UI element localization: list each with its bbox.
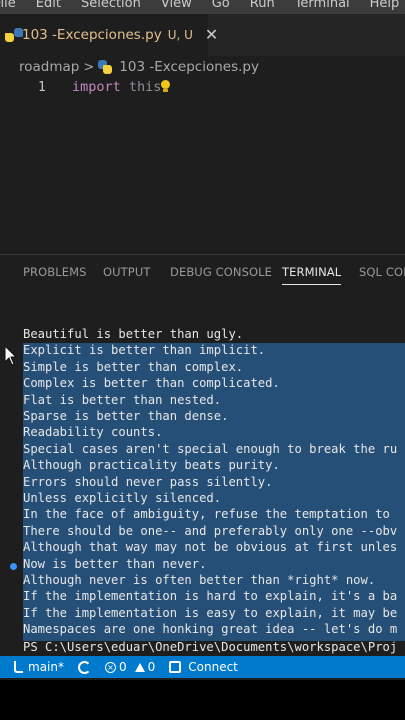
command-decoration-icon[interactable] bbox=[10, 563, 17, 570]
tab-debug-console[interactable]: DEBUG CONSOLE bbox=[170, 265, 272, 279]
terminal-output[interactable]: Beautiful is better than ugly. Explicit i… bbox=[0, 327, 405, 643]
breadcrumb: roadmap > 103 -Excepciones.py bbox=[0, 56, 405, 78]
warning-count: 0 bbox=[147, 660, 156, 674]
panel-tabs: PROBLEMS OUTPUT DEBUG CONSOLE TERMINAL S… bbox=[0, 255, 405, 289]
terminal-line: Simple is better than complex. bbox=[23, 359, 244, 374]
vscode-window: File Edit Selection View Go Run Terminal… bbox=[0, 0, 405, 680]
menu-go[interactable]: Go bbox=[212, 0, 230, 11]
tab-output[interactable]: OUTPUT bbox=[103, 265, 150, 279]
error-count: 0 bbox=[118, 660, 127, 674]
connect-label: Connect bbox=[188, 660, 238, 674]
close-icon[interactable]: ✕ bbox=[205, 27, 218, 43]
editor-tab-bar: 103 -Excepciones.py U, U ✕ bbox=[0, 14, 405, 56]
terminal-line: Namespaces are one honking great idea --… bbox=[23, 622, 398, 637]
terminal-line: Beautiful is better than ugly. bbox=[23, 327, 244, 341]
code-editor[interactable]: 1 import this bbox=[0, 78, 405, 254]
terminal-line: Complex is better than complicated. bbox=[23, 376, 280, 391]
tab-sql-console[interactable]: SQL CON bbox=[359, 265, 405, 279]
terminal-line: Although never is often better than *rig… bbox=[23, 573, 376, 587]
status-problems[interactable]: × 0 0 bbox=[104, 660, 156, 674]
lightbulb-icon[interactable] bbox=[161, 80, 171, 92]
status-branch[interactable]: main* bbox=[14, 660, 64, 674]
module-name: this bbox=[128, 79, 162, 95]
terminal-line: Sparse is better than dense. bbox=[23, 409, 229, 423]
terminal-line: Readability counts. bbox=[23, 425, 163, 440]
terminal-line: In the face of ambiguity, refuse the tem… bbox=[23, 507, 390, 522]
tab-terminal[interactable]: TERMINAL bbox=[282, 265, 342, 285]
python-file-icon bbox=[98, 60, 113, 74]
error-icon: × bbox=[104, 661, 116, 673]
warning-icon bbox=[134, 662, 145, 672]
status-sync[interactable] bbox=[77, 660, 91, 674]
terminal-line: Flat is better than nested. bbox=[23, 392, 222, 407]
terminal-line: If the implementation is easy to explain… bbox=[23, 605, 398, 620]
status-bar: main* × 0 0 Connect bbox=[0, 656, 405, 678]
menu-run[interactable]: Run bbox=[250, 0, 275, 11]
terminal-prompt[interactable]: PS C:\Users\eduar\OneDrive\Documents\wor… bbox=[23, 639, 397, 655]
terminal-line: There should be one-- and preferably onl… bbox=[23, 523, 398, 538]
breadcrumb-file[interactable]: 103 -Excepciones.py bbox=[119, 59, 259, 75]
menu-view[interactable]: View bbox=[161, 0, 192, 11]
terminal-line: Although that way may not be obvious at … bbox=[23, 540, 398, 555]
sync-icon bbox=[77, 660, 91, 674]
terminal-line: If the implementation is hard to explain… bbox=[23, 589, 398, 604]
menu-file[interactable]: File bbox=[0, 0, 16, 11]
menu-bar: File Edit Selection View Go Run Terminal… bbox=[0, 0, 405, 14]
menu-help[interactable]: Help bbox=[370, 0, 400, 11]
tab-git-status: U, U bbox=[167, 28, 193, 42]
menu-selection[interactable]: Selection bbox=[81, 0, 141, 11]
terminal-line: Explicit is better than implicit. bbox=[23, 343, 266, 358]
editor-tab[interactable]: 103 -Excepciones.py U, U ✕ bbox=[0, 14, 218, 56]
mouse-cursor-icon bbox=[4, 345, 18, 366]
terminal-line: Special cases aren't special enough to b… bbox=[23, 441, 398, 456]
code-line[interactable]: import this bbox=[72, 79, 171, 95]
tab-file-name: 103 -Excepciones.py bbox=[22, 27, 162, 43]
status-connect[interactable]: Connect bbox=[169, 660, 238, 674]
menu-edit[interactable]: Edit bbox=[36, 0, 61, 11]
breadcrumb-separator: > bbox=[83, 59, 95, 75]
plug-icon bbox=[169, 661, 182, 673]
terminal-line: Errors should never pass silently. bbox=[23, 474, 273, 489]
line-number: 1 bbox=[38, 80, 46, 95]
bottom-panel: PROBLEMS OUTPUT DEBUG CONSOLE TERMINAL S… bbox=[0, 254, 405, 641]
menu-terminal[interactable]: Terminal bbox=[295, 0, 350, 11]
branch-name: main* bbox=[28, 660, 64, 674]
terminal-line: Now is better than never. bbox=[23, 556, 207, 571]
breadcrumb-folder[interactable]: roadmap bbox=[19, 59, 79, 75]
terminal-line: Unless explicitly silenced. bbox=[23, 491, 222, 505]
keyword-import: import bbox=[72, 79, 121, 95]
branch-icon bbox=[14, 661, 23, 673]
terminal-line: Although practicality beats purity. bbox=[23, 458, 280, 473]
tab-problems[interactable]: PROBLEMS bbox=[23, 265, 87, 279]
